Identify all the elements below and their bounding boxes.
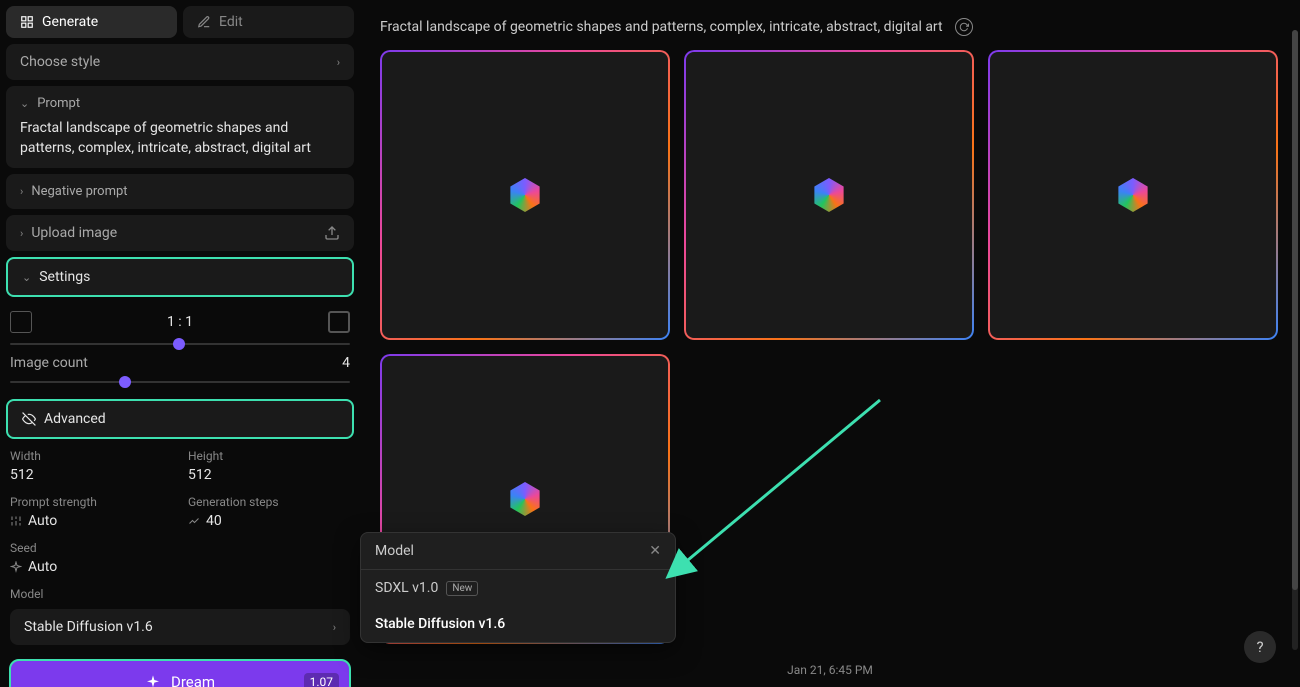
generation-tile[interactable] [684, 50, 974, 340]
advanced-section[interactable]: Advanced [6, 399, 354, 439]
chevron-right-icon: › [20, 227, 23, 240]
sparkle-icon [145, 674, 161, 687]
prompt-strength-label: Prompt strength [10, 495, 172, 509]
chevron-right-icon: › [333, 621, 336, 634]
new-badge: New [446, 581, 478, 596]
generation-steps-label: Generation steps [188, 495, 350, 509]
scrollbar[interactable] [1292, 30, 1298, 650]
steps-icon [188, 515, 200, 527]
seed-field[interactable]: Seed Auto [10, 541, 172, 575]
model-popover: Model ✕ SDXL v1.0 New Stable Diffusion v… [360, 532, 676, 643]
negative-prompt-label: Negative prompt [31, 184, 127, 199]
settings-body: 1 : 1 Image count 4 [6, 303, 354, 393]
sidebar: Generate Edit Choose style › ⌄ Prompt Fr… [0, 0, 360, 687]
timestamp: Jan 21, 6:45 PM [787, 663, 873, 677]
sliders-icon [10, 515, 22, 527]
model-select[interactable]: Stable Diffusion v1.6 › [10, 609, 350, 645]
refresh-icon[interactable] [955, 18, 973, 36]
main-header: Fractal landscape of geometric shapes an… [380, 10, 1280, 50]
model-option-sdxl[interactable]: SDXL v1.0 New [361, 570, 675, 606]
generation-tile[interactable] [380, 50, 670, 340]
width-value: 512 [10, 467, 172, 483]
seed-label: Seed [10, 541, 172, 555]
width-label: Width [10, 449, 172, 463]
image-count-slider[interactable] [10, 381, 350, 383]
page-title: Fractal landscape of geometric shapes an… [380, 19, 943, 35]
aspect-ratio-row: 1 : 1 [10, 311, 350, 333]
loading-spinner [508, 482, 542, 516]
pencil-icon [197, 15, 211, 29]
prompt-header-label: Prompt [37, 96, 80, 111]
aspect-preview-right[interactable] [328, 311, 350, 333]
popover-title: Model [375, 543, 414, 559]
model-value: Stable Diffusion v1.6 [24, 619, 153, 635]
model-label: Model [10, 587, 350, 601]
settings-section[interactable]: ⌄ Settings [6, 257, 354, 297]
generation-tile[interactable] [988, 50, 1278, 340]
image-count-slider-thumb[interactable] [119, 376, 131, 388]
aspect-slider-thumb[interactable] [173, 338, 185, 350]
tab-generate[interactable]: Generate [6, 6, 177, 38]
loading-spinner [508, 178, 542, 212]
top-tabs: Generate Edit [6, 6, 354, 38]
settings-label: Settings [39, 269, 90, 285]
tab-edit-label: Edit [219, 14, 243, 30]
loading-spinner [1116, 178, 1150, 212]
model-option-sd16[interactable]: Stable Diffusion v1.6 [361, 606, 675, 642]
generation-steps-field[interactable]: Generation steps 40 [188, 495, 350, 529]
help-button[interactable]: ? [1244, 631, 1276, 663]
choose-style-label: Choose style [20, 54, 100, 70]
choose-style[interactable]: Choose style › [6, 44, 354, 80]
model-option-label: Stable Diffusion v1.6 [375, 616, 505, 632]
prompt-header[interactable]: ⌄ Prompt [20, 96, 340, 111]
height-label: Height [188, 449, 350, 463]
dream-cost: 1.07 [304, 673, 339, 687]
grid-icon [20, 15, 34, 29]
scrollbar-thumb[interactable] [1292, 30, 1298, 590]
close-icon[interactable]: ✕ [649, 543, 661, 559]
image-count-label: Image count [10, 355, 88, 371]
prompt-strength-field[interactable]: Prompt strength Auto [10, 495, 172, 529]
popover-header: Model ✕ [361, 533, 675, 570]
aspect-preview-left[interactable] [10, 311, 32, 333]
sparkle-icon [10, 561, 22, 573]
chevron-down-icon: ⌄ [20, 97, 29, 110]
image-count-value: 4 [342, 355, 350, 371]
seed-value: Auto [28, 559, 57, 575]
tab-generate-label: Generate [42, 14, 98, 30]
aspect-slider[interactable] [10, 343, 350, 345]
upload-icon [324, 225, 340, 241]
chevron-right-icon: › [337, 56, 340, 69]
chevron-right-icon: › [20, 185, 23, 198]
aspect-ratio-label: 1 : 1 [167, 314, 193, 330]
help-label: ? [1256, 638, 1263, 656]
image-count-row: Image count 4 [10, 355, 350, 371]
generation-steps-value: 40 [206, 513, 222, 529]
advanced-label: Advanced [44, 411, 106, 427]
dream-button[interactable]: Dream 1.07 [9, 659, 351, 687]
prompt-strength-value: Auto [28, 513, 57, 529]
height-field[interactable]: Height 512 [188, 449, 350, 483]
model-option-label: SDXL v1.0 [375, 580, 438, 596]
dream-label: Dream [171, 673, 215, 687]
prompt-text[interactable]: Fractal landscape of geometric shapes an… [20, 119, 340, 158]
prompt-card: ⌄ Prompt Fractal landscape of geometric … [6, 86, 354, 168]
upload-image[interactable]: › Upload image [6, 215, 354, 251]
advanced-body: Width 512 Height 512 Prompt strength Aut… [6, 445, 354, 649]
negative-prompt-card[interactable]: › Negative prompt [6, 174, 354, 209]
chevron-down-icon: ⌄ [22, 271, 31, 284]
tab-edit[interactable]: Edit [183, 6, 354, 38]
width-field[interactable]: Width 512 [10, 449, 172, 483]
model-field: Model Stable Diffusion v1.6 › [10, 587, 350, 645]
loading-spinner [812, 178, 846, 212]
eye-off-icon [22, 412, 36, 426]
upload-image-label: Upload image [31, 225, 117, 241]
height-value: 512 [188, 467, 350, 483]
